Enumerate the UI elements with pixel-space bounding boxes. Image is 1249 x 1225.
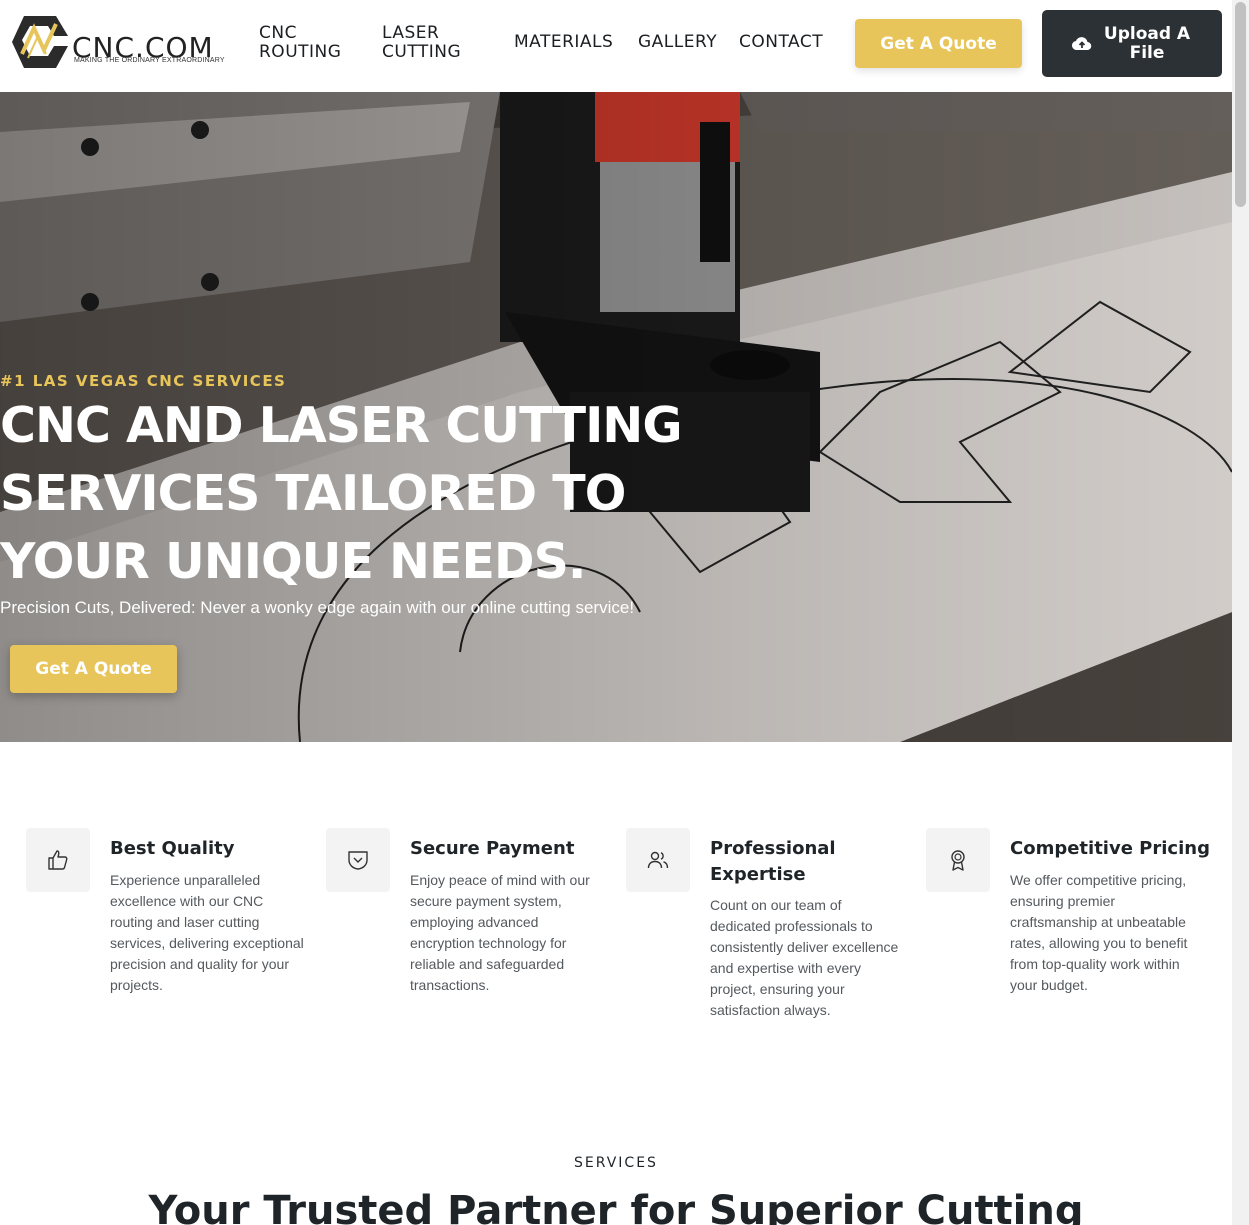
feature-text: We offer competitive pricing, ensuring p… (1010, 872, 1188, 993)
nav-laser-cutting[interactable]: LASER CUTTING (382, 24, 482, 62)
get-quote-button[interactable]: Get A Quote (855, 19, 1022, 68)
thumbs-up-icon (48, 850, 68, 870)
nav-cnc-routing[interactable]: CNC ROUTING (259, 24, 359, 62)
nav-contact[interactable]: CONTACT (739, 33, 823, 52)
hero-section: #1 LAS VEGAS CNC SERVICES CNC AND LASER … (0, 92, 1232, 742)
hero-kicker: #1 LAS VEGAS CNC SERVICES (0, 372, 287, 390)
nav-gallery[interactable]: GALLERY (638, 33, 717, 52)
logo-tagline: MAKING THE ORDINARY EXTRAORDINARY (74, 57, 225, 64)
feature-title: Professional Expertise (710, 838, 836, 885)
site-logo[interactable]: CNC.COM MAKING THE ORDINARY EXTRAORDINAR… (10, 14, 238, 70)
hero-title: CNC AND LASER CUTTING SERVICES TAILORED … (0, 397, 683, 590)
logo-mark-icon (12, 16, 68, 68)
services-label: SERVICES (574, 1155, 658, 1171)
feature-text: Experience unparalleled excellence with … (110, 872, 304, 993)
feature-icon-box (26, 828, 90, 892)
page-scrollbar[interactable] (1232, 0, 1249, 1225)
cloud-upload-icon (1072, 36, 1092, 50)
feature-icon-box (326, 828, 390, 892)
award-icon (951, 850, 965, 871)
feature-icon-box (626, 828, 690, 892)
feature-title: Secure Payment (410, 838, 575, 859)
scrollbar-thumb[interactable] (1235, 2, 1246, 207)
hero-get-quote-button[interactable]: Get A Quote (10, 645, 177, 693)
upload-file-button[interactable]: Upload A File (1042, 10, 1222, 77)
services-heading: Your Trusted Partner for Superior Cuttin… (148, 1188, 1084, 1225)
upload-file-label: Upload A File (1103, 23, 1191, 63)
site-header: CNC.COM MAKING THE ORDINARY EXTRAORDINAR… (0, 0, 1232, 92)
feature-text: Count on our team of dedicated professio… (710, 897, 899, 1018)
users-icon (647, 851, 669, 869)
feature-title: Best Quality (110, 838, 235, 859)
feature-icon-box (926, 828, 990, 892)
feature-text: Enjoy peace of mind with our secure paym… (410, 872, 590, 993)
hero-subtitle: Precision Cuts, Delivered: Never a wonky… (0, 598, 635, 617)
feature-title: Competitive Pricing (1010, 838, 1210, 859)
nav-materials[interactable]: MATERIALS (514, 33, 613, 52)
shield-check-icon (348, 851, 368, 870)
